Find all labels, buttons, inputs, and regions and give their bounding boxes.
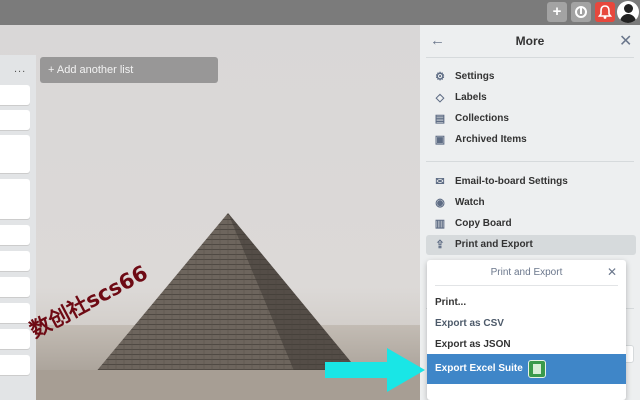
pointer-arrow-icon	[325, 348, 425, 392]
copy-board-icon: ▥	[434, 218, 446, 230]
menu-item-labels[interactable]: ◇ Labels	[426, 88, 636, 108]
card[interactable]	[0, 135, 30, 173]
print-export-popover: Print and Export ✕ Print... Export as CS…	[427, 260, 626, 400]
info-button[interactable]	[571, 2, 591, 22]
notifications-button[interactable]	[595, 2, 615, 22]
mail-icon: ✉	[435, 176, 445, 188]
menu-item-settings[interactable]: ⚙ Settings	[426, 67, 636, 87]
top-bar: +	[0, 0, 640, 25]
card[interactable]	[0, 110, 30, 130]
excel-icon	[528, 360, 546, 378]
card[interactable]	[0, 251, 30, 271]
list-menu-button[interactable]: ...	[14, 63, 26, 75]
eye-icon: ◉	[435, 197, 445, 209]
popover-close-icon[interactable]: ✕	[607, 265, 617, 279]
add-another-list-button[interactable]: + Add another list	[40, 57, 218, 83]
card[interactable]	[0, 355, 30, 375]
label-icon: ◇	[435, 92, 445, 104]
avatar[interactable]	[617, 1, 639, 23]
sidebar-header: ← More ✕	[420, 25, 640, 57]
print-option[interactable]: Print...	[435, 297, 466, 308]
menu-item-archived-items[interactable]: ▣ Archived Items	[426, 130, 636, 150]
sidebar-title: More	[515, 34, 545, 48]
menu-item-email-to-board[interactable]: ✉ Email-to-board Settings	[426, 172, 636, 192]
plus-icon: +	[552, 3, 562, 20]
export-csv-option[interactable]: Export as CSV	[435, 318, 504, 329]
collections-icon: ▤	[434, 113, 446, 125]
menu-item-collections[interactable]: ▤ Collections	[426, 109, 636, 129]
card[interactable]	[0, 277, 30, 297]
card[interactable]	[0, 85, 30, 105]
menu-item-watch[interactable]: ◉ Watch	[426, 193, 636, 213]
menu-item-copy-board[interactable]: ▥ Copy Board	[426, 214, 636, 234]
card[interactable]	[0, 329, 30, 349]
bell-icon	[597, 5, 613, 19]
archive-icon: ▣	[434, 134, 446, 146]
card[interactable]	[0, 225, 30, 245]
list-column	[0, 55, 36, 400]
share-icon: ⇪	[435, 239, 445, 251]
close-icon[interactable]: ✕	[619, 31, 632, 51]
popover-title: Print and Export	[490, 267, 563, 278]
add-button[interactable]: +	[547, 2, 567, 22]
menu-item-print-and-export[interactable]: ⇪ Print and Export	[426, 235, 636, 255]
gear-icon: ⚙	[435, 71, 445, 83]
card[interactable]	[0, 179, 30, 219]
export-excel-suite-option[interactable]: Export Excel Suite	[427, 354, 626, 384]
export-json-option[interactable]: Export as JSON	[435, 339, 511, 350]
